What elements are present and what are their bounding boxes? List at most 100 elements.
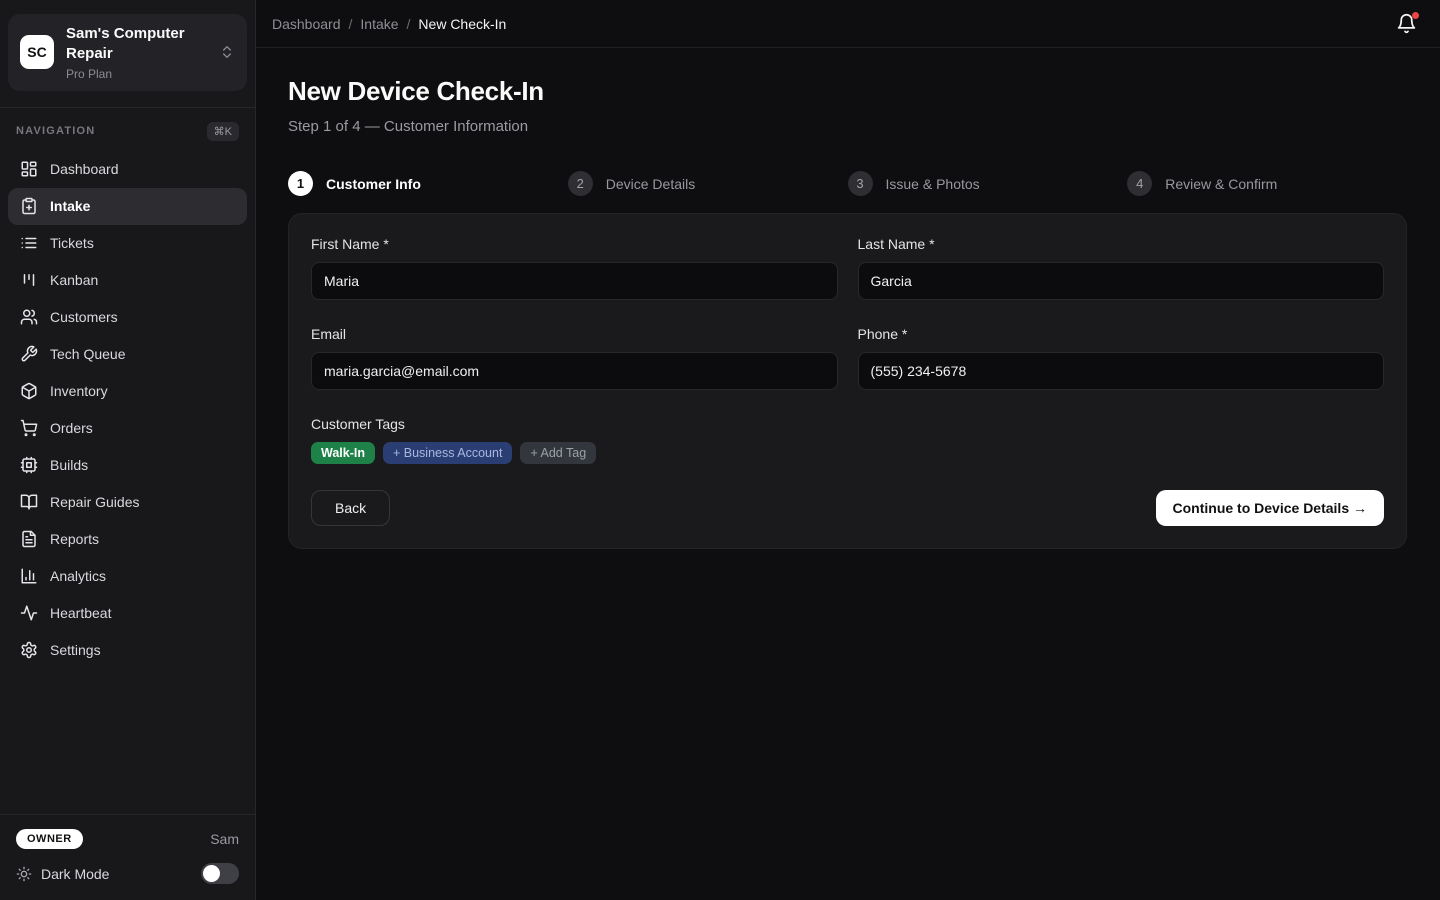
sidebar-item-label: Intake [50, 198, 90, 214]
main: Dashboard / Intake / New Check-In New De… [256, 0, 1440, 900]
sidebar-item-intake[interactable]: Intake [8, 188, 247, 225]
sidebar-item-label: Tickets [50, 235, 94, 251]
breadcrumb-intake[interactable]: Intake [360, 16, 398, 32]
topbar: Dashboard / Intake / New Check-In [256, 0, 1440, 48]
step-4[interactable]: 4Review & Confirm [1127, 171, 1407, 196]
role-badge: OWNER [16, 829, 83, 849]
sidebar-item-kanban[interactable]: Kanban [8, 262, 247, 299]
customer-tags-label: Customer Tags [311, 416, 1384, 432]
orders-icon [20, 419, 38, 437]
analytics-icon [20, 567, 38, 585]
org-avatar: SC [20, 35, 54, 69]
tag-walk-in[interactable]: Walk-In [311, 442, 375, 464]
step-number: 2 [568, 171, 593, 196]
sidebar-item-label: Kanban [50, 272, 98, 288]
field-grid: First Name * Last Name * Email Phone * [311, 236, 1384, 390]
repair-guides-icon [20, 493, 38, 511]
first-name-field-group: First Name * [311, 236, 838, 300]
tags-row: Walk-In + Business Account + Add Tag [311, 442, 1384, 464]
sidebar-item-analytics[interactable]: Analytics [8, 558, 247, 595]
notification-dot [1412, 12, 1419, 19]
back-button[interactable]: Back [311, 490, 390, 526]
user-name: Sam [210, 831, 239, 847]
sidebar-item-label: Orders [50, 420, 93, 436]
page-title: New Device Check-In [288, 76, 1407, 107]
sidebar-item-label: Settings [50, 642, 101, 658]
step-label: Customer Info [326, 176, 421, 192]
actions-row: Back Continue to Device Details → [311, 490, 1384, 526]
sidebar-item-heartbeat[interactable]: Heartbeat [8, 595, 247, 632]
sidebar-item-customers[interactable]: Customers [8, 299, 247, 336]
sidebar-item-builds[interactable]: Builds [8, 447, 247, 484]
sun-icon [16, 866, 32, 882]
sidebar-item-label: Repair Guides [50, 494, 140, 510]
org-name: Sam's Computer Repair [66, 24, 207, 65]
step-2[interactable]: 2Device Details [568, 171, 848, 196]
tickets-icon [20, 234, 38, 252]
sidebar: SC Sam's Computer Repair Pro Plan NAVIGA… [0, 0, 256, 900]
stepper: 1 Customer Info 2Device Details3 Issue & Ph… [288, 171, 1407, 196]
sidebar-item-label: Builds [50, 457, 88, 473]
last-name-label: Last Name * [858, 236, 1385, 252]
settings-icon [20, 641, 38, 659]
heartbeat-icon [20, 604, 38, 622]
sidebar-item-label: Customers [50, 309, 118, 325]
last-name-field-group: Last Name * [858, 236, 1385, 300]
breadcrumb-current: New Check-In [418, 16, 506, 32]
customer-tags-block: Customer Tags Walk-In + Business Account +… [311, 416, 1384, 464]
breadcrumb-dashboard[interactable]: Dashboard [272, 16, 341, 32]
reports-icon [20, 530, 38, 548]
email-label: Email [311, 326, 838, 342]
step-number: 1 [288, 171, 313, 196]
sidebar-item-label: Heartbeat [50, 605, 111, 621]
sidebar-item-tech-queue[interactable]: Tech Queue [8, 336, 247, 373]
first-name-input[interactable] [311, 262, 838, 300]
first-name-label: First Name * [311, 236, 838, 252]
intake-icon [20, 197, 38, 215]
sidebar-item-orders[interactable]: Orders [8, 410, 247, 447]
sidebar-item-tickets[interactable]: Tickets [8, 225, 247, 262]
dark-mode-toggle[interactable] [201, 863, 239, 884]
step-number: 3 [848, 171, 873, 196]
phone-field-group: Phone * [858, 326, 1385, 390]
last-name-input[interactable] [858, 262, 1385, 300]
command-k-shortcut[interactable]: ⌘K [207, 122, 239, 141]
continue-button[interactable]: Continue to Device Details → [1156, 490, 1384, 526]
sidebar-item-inventory[interactable]: Inventory [8, 373, 247, 410]
tech-queue-icon [20, 345, 38, 363]
kanban-icon [20, 271, 38, 289]
phone-input[interactable] [858, 352, 1385, 390]
customer-info-card: First Name * Last Name * Email Phone * Cust… [288, 213, 1407, 549]
sidebar-item-repair-guides[interactable]: Repair Guides [8, 484, 247, 521]
sidebar-item-settings[interactable]: Settings [8, 632, 247, 669]
dashboard-icon [20, 160, 38, 178]
tag-business-account[interactable]: + Business Account [383, 442, 512, 464]
sidebar-item-dashboard[interactable]: Dashboard [8, 151, 247, 188]
step-3[interactable]: 3 Issue & Photos [848, 171, 1128, 196]
phone-label: Phone * [858, 326, 1385, 342]
email-input[interactable] [311, 352, 838, 390]
tag-add-tag[interactable]: + Add Tag [520, 442, 596, 464]
sidebar-footer: OWNER Sam Dark Mode [0, 814, 255, 900]
step-1[interactable]: 1 Customer Info [288, 171, 568, 196]
breadcrumb: Dashboard / Intake / New Check-In [272, 16, 506, 32]
email-field-group: Email [311, 326, 838, 390]
sidebar-item-label: Dashboard [50, 161, 119, 177]
content: New Device Check-In Step 1 of 4 — Custom… [256, 48, 1440, 549]
sidebar-item-label: Analytics [50, 568, 106, 584]
inventory-icon [20, 382, 38, 400]
sidebar-item-label: Tech Queue [50, 346, 126, 362]
org-meta: Sam's Computer Repair Pro Plan [66, 24, 207, 81]
toggle-knob [203, 865, 220, 882]
step-number: 4 [1127, 171, 1152, 196]
step-label: Issue & Photos [886, 176, 980, 192]
org-plan: Pro Plan [66, 67, 207, 81]
org-switcher[interactable]: SC Sam's Computer Repair Pro Plan [8, 14, 247, 91]
nav-header: NAVIGATION ⌘K [0, 107, 255, 149]
sidebar-item-label: Reports [50, 531, 99, 547]
nav-list: Dashboard Intake Tickets Kanban Customers Tec… [0, 149, 255, 671]
customers-icon [20, 308, 38, 326]
sidebar-item-reports[interactable]: Reports [8, 521, 247, 558]
breadcrumb-separator: / [349, 16, 353, 32]
notifications-button[interactable] [1396, 13, 1418, 35]
